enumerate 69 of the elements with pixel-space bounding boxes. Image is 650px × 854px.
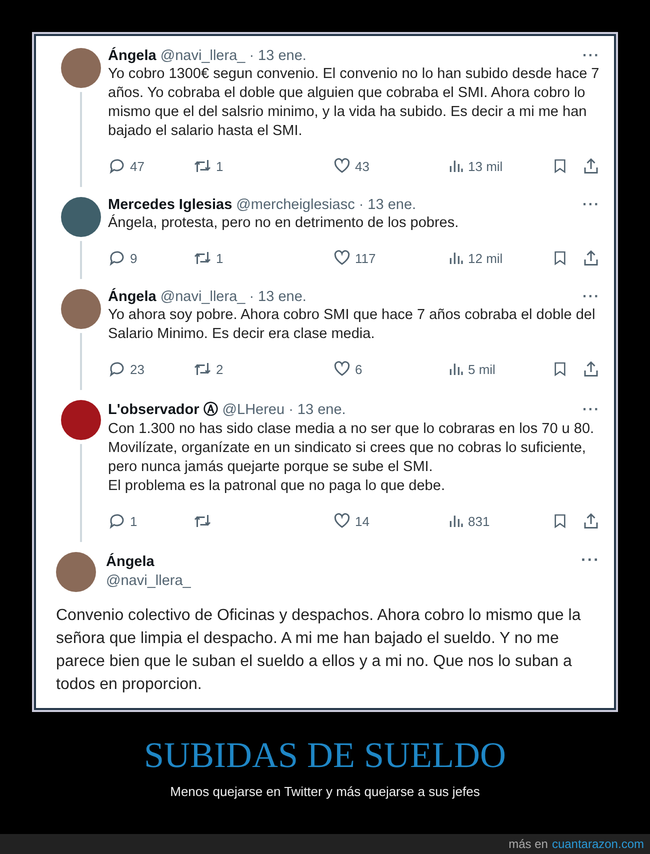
like-count: 6 (355, 362, 362, 376)
reply-count: 9 (130, 250, 138, 266)
avatar[interactable] (61, 400, 101, 440)
more-options-button[interactable]: ··· (582, 197, 600, 213)
like-count: 43 (355, 158, 370, 174)
heart-icon[interactable] (333, 360, 351, 378)
user-name[interactable]: Ángela (106, 554, 191, 570)
tweet-date[interactable]: · 13 ene. (358, 197, 416, 213)
share-icon[interactable] (582, 249, 600, 267)
user-handle[interactable]: @mercheiglesiasc (236, 197, 355, 213)
site-link[interactable]: cuantarazon.com (552, 837, 644, 851)
share-icon[interactable] (582, 512, 600, 530)
bookmark-icon[interactable] (552, 249, 568, 267)
more-options-button[interactable]: ··· (582, 289, 600, 305)
reply-count: 47 (130, 158, 144, 174)
avatar[interactable] (61, 197, 101, 237)
more-options-button[interactable]: ··· (581, 552, 600, 570)
tweet-text: Con 1.300 no has sido clase media a no ser que lo cobraras en los 70 u 80. Movilízate, organízate en un sindicato si crees que no cobras lo suficiente, pero nunca jamás quejarte porque se sube el SMI. El problema es la patronal que no paga lo que debe. (108, 420, 596, 496)
reply-count: 23 (130, 362, 144, 376)
reply-icon[interactable] (108, 157, 126, 175)
tweet-text: Convenio colectivo de Oficinas y despachos. Ahora cobro lo mismo que la señora que limpia el despacho. A mi me han bajado el sueldo. Y no me parece bien que le suban el sueldo a ellos y a mi no. Que nos lo suban a todos en proporcion. (56, 606, 582, 695)
tweet-date[interactable]: · 13 ene. (249, 48, 306, 64)
reply-icon[interactable] (108, 249, 126, 267)
user-name[interactable]: L'observador (108, 402, 200, 418)
user-name[interactable]: Ángela (108, 48, 156, 64)
views-count: 831 (468, 514, 490, 528)
reply-icon[interactable] (108, 360, 126, 378)
bookmark-icon[interactable] (552, 157, 568, 175)
retweet-icon[interactable] (193, 360, 212, 378)
like-count: 117 (355, 250, 376, 266)
retweet-count: 2 (216, 362, 224, 376)
more-options-button[interactable]: ··· (582, 402, 600, 418)
tweet-text: Yo cobro 1300€ segun convenio. El convenio no lo han subido desde hace 7 años. Yo cobraba el doble que alguien que cobraba el SMI. Ahora cobro lo mismo que el del salsrio minimo, y la vida ha subido. Es decir a mi me han bajado el salario hasta el SMI. (108, 65, 600, 141)
views-count: 12 mil (468, 250, 503, 266)
heart-icon[interactable] (333, 249, 351, 267)
caption-subtitle: Menos quejarse en Twitter y más quejarse a sus jefes (170, 784, 480, 799)
views-count: 5 mil (468, 362, 496, 376)
retweet-icon[interactable] (193, 512, 212, 530)
user-name[interactable]: Ángela (108, 289, 156, 305)
retweet-count: 1 (216, 158, 224, 174)
avatar[interactable] (61, 289, 101, 329)
more-options-button[interactable]: ··· (582, 48, 600, 64)
bookmark-icon[interactable] (552, 360, 568, 378)
caption-title: SUBIDAS DE SUELDO (144, 734, 506, 776)
tweet-date[interactable]: · 13 ene. (288, 402, 346, 418)
reply-icon[interactable] (108, 512, 126, 530)
retweet-icon[interactable] (193, 157, 212, 175)
retweet-icon[interactable] (193, 249, 212, 267)
tweet-text: Yo ahora soy pobre. Ahora cobro SMI que hace 7 años cobraba el doble del Salario Minimo. Es decir era clase media. (108, 306, 596, 344)
user-handle[interactable]: @navi_llera_ (160, 48, 246, 64)
user-handle[interactable]: @LHereu (222, 402, 285, 418)
footer-text: más en (508, 837, 548, 851)
share-icon[interactable] (582, 360, 600, 378)
share-icon[interactable] (582, 157, 600, 175)
tweet-date[interactable]: · 13 ene. (249, 289, 306, 305)
heart-icon[interactable] (333, 157, 351, 175)
tweet-text: Ángela, protesta, pero no en detrimento de los pobres. (108, 214, 460, 233)
like-count: 14 (355, 514, 370, 528)
avatar[interactable] (56, 552, 96, 592)
badge-icon: Ⓐ (203, 400, 218, 419)
views-count: 13 mil (468, 158, 503, 174)
avatar[interactable] (61, 48, 101, 88)
user-handle[interactable]: @navi_llera_ (106, 573, 191, 589)
user-name[interactable]: Mercedes Iglesias (108, 197, 232, 213)
retweet-count: 1 (216, 250, 224, 266)
user-handle[interactable]: @navi_llera_ (160, 289, 246, 305)
reply-count: 1 (130, 514, 138, 528)
heart-icon[interactable] (333, 512, 351, 530)
bookmark-icon[interactable] (552, 512, 568, 530)
